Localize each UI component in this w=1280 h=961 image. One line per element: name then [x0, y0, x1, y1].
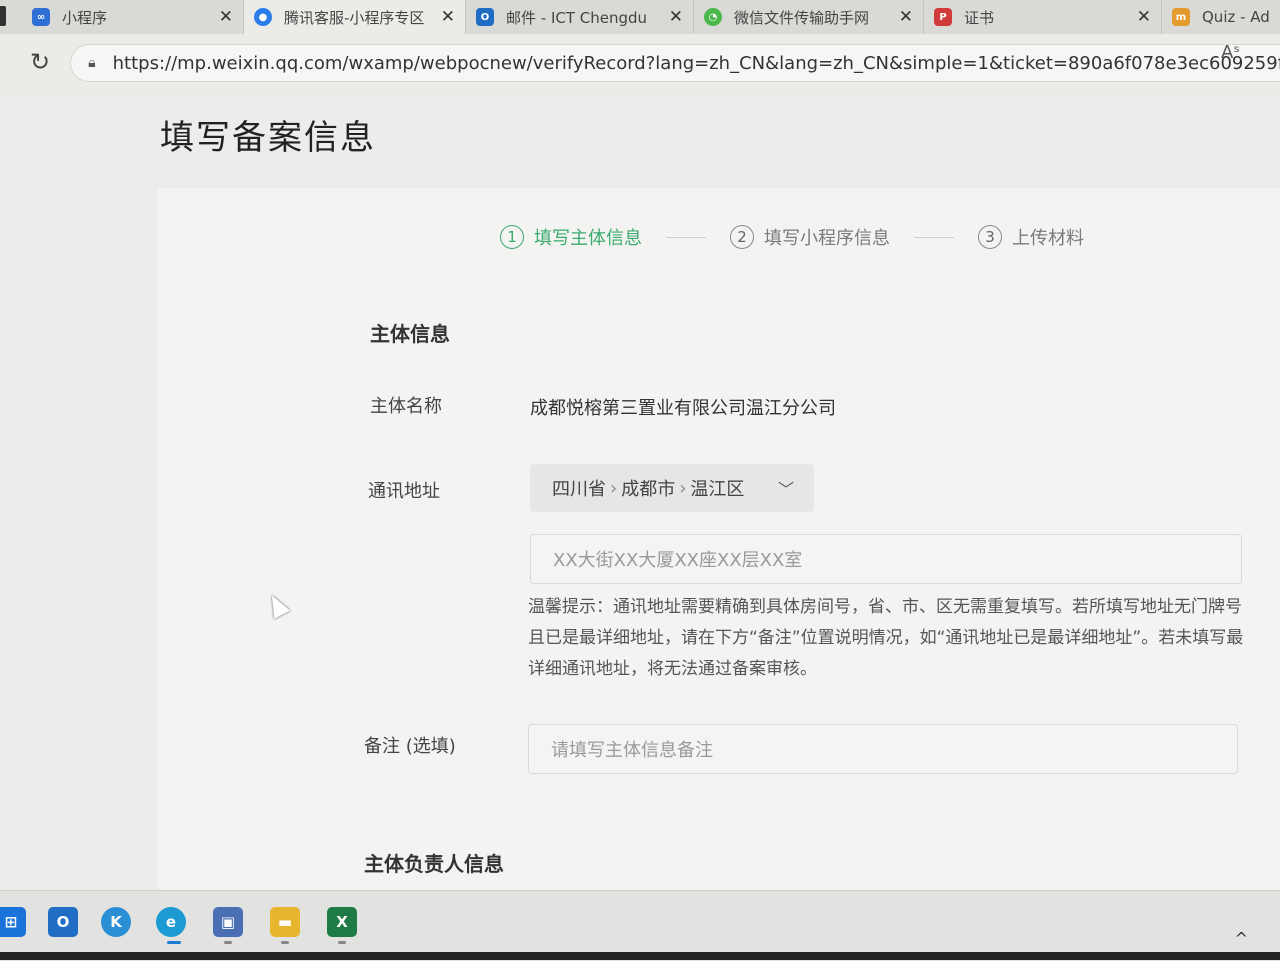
wechat-icon: ◔	[704, 8, 722, 26]
remark-placeholder: 请填写主体信息备注	[551, 740, 713, 761]
close-icon[interactable]: ✕	[219, 7, 233, 27]
subject-name-value: 成都悦榕第三置业有限公司温江分公司	[530, 398, 836, 419]
step-1: 1 填写主体信息	[500, 224, 642, 250]
edge-icon[interactable]: e	[156, 907, 186, 937]
step-label: 上传材料	[1012, 228, 1084, 249]
step-label: 填写主体信息	[534, 228, 642, 249]
chevron-right-icon: ›	[679, 477, 687, 499]
url-text[interactable]: https://mp.weixin.qq.com/wxamp/webpocnew…	[113, 53, 1280, 74]
remark-input[interactable]: 请填写主体信息备注	[528, 724, 1238, 774]
close-icon[interactable]: ✕	[441, 7, 455, 27]
province-value: 四川省	[552, 479, 606, 500]
chevron-down-icon: ﹀	[777, 480, 794, 499]
step-2: 2 填写小程序信息	[730, 224, 890, 250]
step-indicator: 1 填写主体信息 2 填写小程序信息 3 上传材料	[500, 222, 1084, 252]
district-value: 温江区	[690, 479, 745, 500]
tray-chevron-icon[interactable]: ^	[1235, 929, 1248, 948]
running-indicator	[338, 941, 346, 944]
step-divider	[914, 236, 954, 238]
window-edge	[0, 6, 6, 26]
excel-icon[interactable]: X	[327, 907, 357, 937]
k-app-icon[interactable]: K	[101, 907, 131, 937]
running-indicator	[281, 941, 289, 944]
pdf-icon: P	[934, 8, 952, 26]
tab-title: 小程序	[62, 8, 108, 27]
tab-certificate[interactable]: P 证书 ✕	[924, 0, 1162, 34]
tab-tencent-support[interactable]: ● 腾讯客服-小程序专区 ✕	[244, 0, 466, 34]
close-icon[interactable]: ✕	[1137, 7, 1151, 27]
step-label: 填写小程序信息	[764, 228, 890, 249]
page-title: 填写备案信息	[160, 118, 376, 158]
chevron-right-icon: ›	[610, 477, 618, 499]
section-subject-info: 主体信息	[370, 322, 450, 346]
tab-title: 邮件 - ICT Chengdu	[506, 8, 648, 27]
step-3: 3 上传材料	[978, 224, 1084, 250]
page-body: 填写备案信息 1 填写主体信息 2 填写小程序信息 3 上传材料 主体信息 主体…	[0, 94, 1280, 908]
browser-tab-strip: ∞ 小程序 ✕ ● 腾讯客服-小程序专区 ✕ O 邮件 - ICT Chengd…	[0, 0, 1280, 34]
browser-toolbar: ↻ 🔒︎ https://mp.weixin.qq.com/wxamp/webp…	[0, 34, 1280, 94]
tab-title: 证书	[964, 8, 995, 27]
reader-mode-icon[interactable]: Aˢ	[1221, 42, 1240, 63]
step-number: 2	[730, 225, 754, 249]
tencent-icon: ●	[254, 8, 272, 26]
tab-title: 腾讯客服-小程序专区	[284, 8, 425, 27]
tab-quiz[interactable]: m Quiz - Ad	[1162, 0, 1280, 34]
tab-wechat-file[interactable]: ◔ 微信文件传输助手网 ✕	[694, 0, 924, 34]
windows-start-icon[interactable]: ⊞	[0, 907, 26, 937]
quiz-icon: m	[1172, 8, 1190, 26]
outlook-taskbar-icon[interactable]: O	[48, 907, 78, 937]
step-divider	[666, 236, 706, 238]
lock-icon[interactable]: 🔒︎	[83, 54, 101, 72]
screen-bezel	[0, 952, 1280, 960]
step-number: 3	[978, 225, 1002, 249]
address-detail-input[interactable]: XX大街XX大厦XX座XX层XX室	[530, 534, 1242, 584]
close-icon[interactable]: ✕	[899, 7, 913, 27]
address-bar[interactable]: 🔒︎ https://mp.weixin.qq.com/wxamp/webpoc…	[70, 44, 1280, 82]
step-number: 1	[500, 225, 524, 249]
city-value: 成都市	[621, 479, 676, 500]
active-indicator	[167, 941, 181, 944]
file-explorer-icon[interactable]: ▬	[270, 907, 300, 937]
miniprogram-icon: ∞	[32, 8, 50, 26]
address-label: 通讯地址	[368, 481, 440, 502]
tab-mail[interactable]: O 邮件 - ICT Chengdu ✕	[466, 0, 694, 34]
running-indicator	[224, 941, 232, 944]
tab-miniprogram[interactable]: ∞ 小程序 ✕	[22, 0, 244, 34]
address-region-select[interactable]: 四川省 › 成都市 › 温江区 ﹀	[530, 464, 814, 512]
reload-icon[interactable]: ↻	[28, 50, 52, 74]
taskbar: ⊞ O K e ▣ ▬ X ^	[0, 890, 1280, 961]
outlook-icon: O	[476, 8, 494, 26]
remote-desktop-icon[interactable]: ▣	[213, 907, 243, 937]
section-owner-info: 主体负责人信息	[364, 852, 504, 876]
remark-label: 备注 (选填)	[364, 736, 456, 757]
address-detail-placeholder: XX大街XX大厦XX座XX层XX室	[553, 550, 803, 571]
tab-title: Quiz - Ad	[1202, 8, 1270, 26]
tab-title: 微信文件传输助手网	[734, 8, 870, 27]
address-tip: 温馨提示：通讯地址需要精确到具体房间号，省、市、区无需重复填写。若所填写地址无门…	[528, 597, 1244, 679]
close-icon[interactable]: ✕	[669, 7, 683, 27]
subject-name-label: 主体名称	[370, 396, 442, 417]
